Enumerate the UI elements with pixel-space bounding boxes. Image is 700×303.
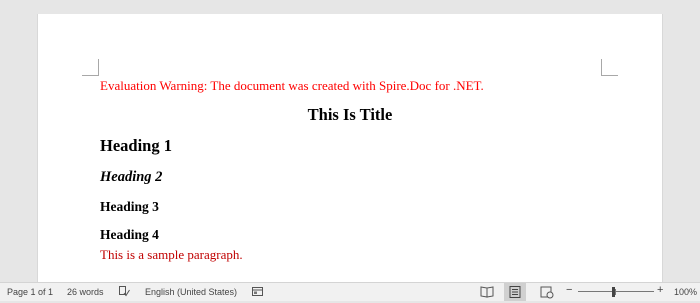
page-count[interactable]: Page 1 of 1: [7, 287, 53, 297]
zoom-slider-track[interactable]: [578, 291, 654, 292]
macro-icon[interactable]: [252, 286, 263, 297]
word-count[interactable]: 26 words: [67, 287, 104, 297]
sample-paragraph: This is a sample paragraph.: [100, 247, 243, 262]
document-title: This Is Title: [307, 105, 393, 124]
zoom-out-button[interactable]: −: [566, 284, 572, 296]
web-layout-button[interactable]: [536, 283, 558, 301]
print-layout-icon: [509, 286, 521, 298]
margin-corner-top-right: [601, 59, 618, 76]
zoom-slider-center-tick: [615, 289, 616, 295]
document-page[interactable]: Evaluation Warning: The document was cre…: [37, 14, 663, 282]
heading-1: Heading 1: [100, 136, 172, 155]
heading-2: Heading 2: [100, 169, 163, 185]
read-mode-icon: [480, 286, 494, 298]
zoom-in-button[interactable]: +: [657, 284, 663, 296]
zoom-slider-thumb[interactable]: [612, 287, 615, 297]
proofing-icon[interactable]: [119, 286, 130, 297]
language-indicator[interactable]: English (United States): [145, 287, 237, 297]
print-layout-button[interactable]: [504, 283, 526, 301]
margin-corner-top-left: [82, 59, 99, 76]
evaluation-warning: Evaluation Warning: The document was cre…: [100, 78, 484, 93]
status-bar: Page 1 of 1 26 words English (United Sta…: [0, 282, 700, 301]
heading-3: Heading 3: [100, 199, 159, 214]
web-layout-icon: [540, 286, 554, 299]
heading-4: Heading 4: [100, 227, 159, 242]
read-mode-button[interactable]: [476, 283, 498, 301]
zoom-level[interactable]: 100%: [674, 287, 697, 297]
